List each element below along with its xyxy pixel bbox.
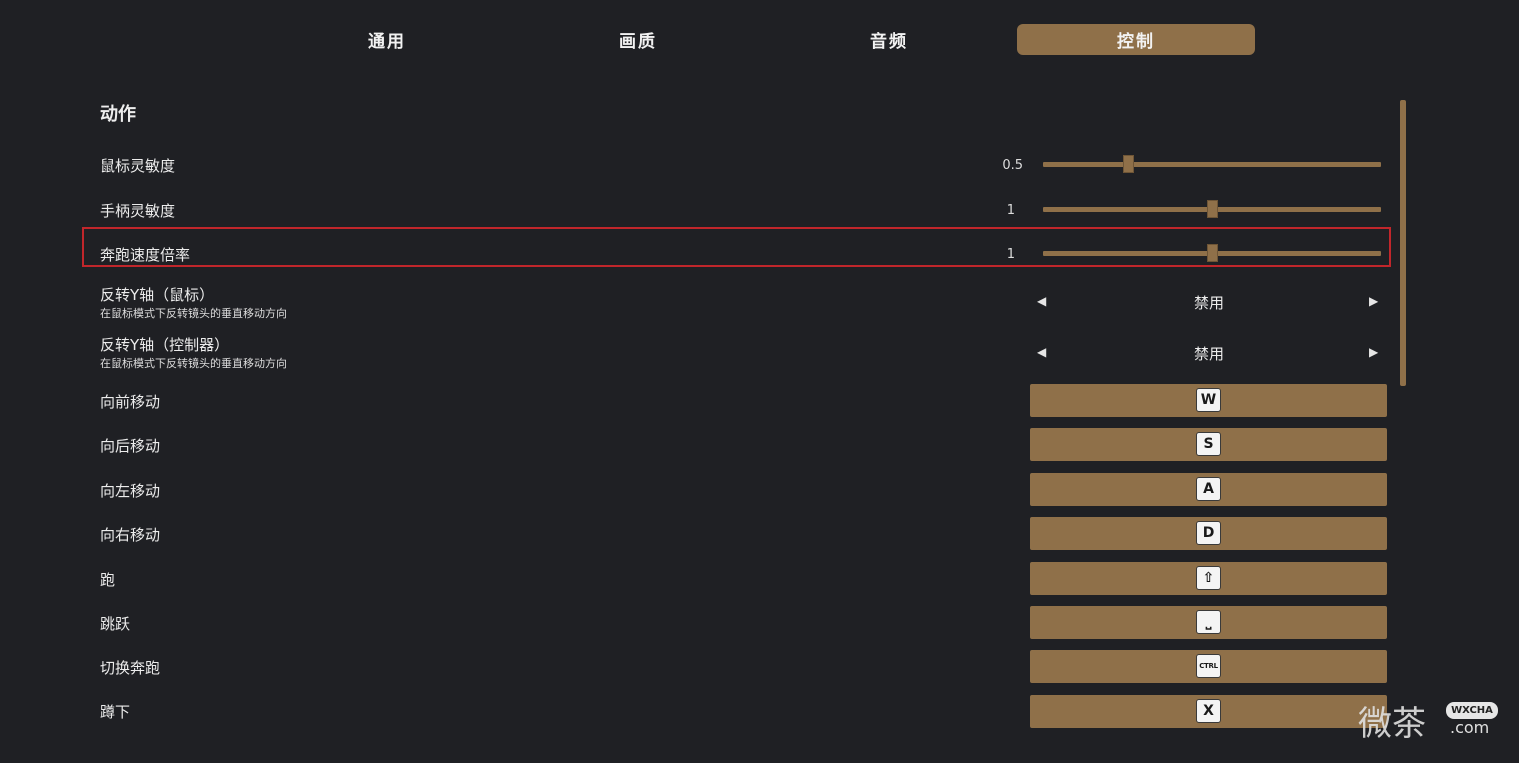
slider-label-gamepad-sensitivity: 手柄灵敏度 <box>100 202 176 220</box>
tab-controls[interactable]: 控制 <box>1017 24 1255 55</box>
watermark-tag: WXCHA <box>1446 702 1498 719</box>
keycap-w: W <box>1196 388 1221 412</box>
keybind-label-right: 向右移动 <box>100 526 161 544</box>
tab-general[interactable]: 通用 <box>268 24 506 55</box>
watermark-chinese: 微茶 <box>1358 704 1426 744</box>
keycap-a: A <box>1196 477 1221 501</box>
keycap-ctrl: CTRL <box>1196 654 1221 678</box>
tab-graphics[interactable]: 画质 <box>519 24 757 55</box>
settings-tab-bar: 通用 画质 音频 控制 <box>0 0 1519 80</box>
keybind-label-run: 跑 <box>100 571 116 589</box>
shift-key-icon: ⇧ <box>1196 566 1221 590</box>
tab-audio[interactable]: 音频 <box>770 24 1008 55</box>
watermark-domain: .com <box>1450 718 1490 737</box>
keycap-d: D <box>1196 521 1221 545</box>
arrow-left-icon[interactable]: ◀ <box>1037 294 1046 308</box>
section-title: 动作 <box>100 104 136 125</box>
keybind-button-forward[interactable]: W <box>1030 384 1387 417</box>
slider-thumb[interactable] <box>1207 244 1218 262</box>
slider-value-sprint-speed-multiplier: 1 <box>1006 247 1015 262</box>
keybind-label-toggle-sprint: 切换奔跑 <box>100 659 161 677</box>
keybind-label-jump: 跳跃 <box>100 615 131 633</box>
option-label-invert-y-mouse: 反转Y轴（鼠标） <box>100 286 215 304</box>
gamepad-sensitivity-slider[interactable] <box>1043 200 1381 218</box>
watermark: 微茶 WXCHA .com <box>1358 694 1508 744</box>
arrow-right-icon[interactable]: ▶ <box>1369 345 1378 359</box>
sprint-speed-multiplier-slider[interactable] <box>1043 244 1381 262</box>
keybind-label-left: 向左移动 <box>100 482 161 500</box>
keybind-label-crouch: 蹲下 <box>100 703 131 721</box>
option-value-invert-y-mouse: 禁用 <box>1193 294 1224 312</box>
keycap-x: X <box>1196 699 1221 723</box>
slider-value-gamepad-sensitivity: 1 <box>1006 203 1015 218</box>
arrow-right-icon[interactable]: ▶ <box>1369 294 1378 308</box>
keybind-label-backward: 向后移动 <box>100 437 161 455</box>
keybind-button-left[interactable]: A <box>1030 473 1387 506</box>
keybind-label-forward: 向前移动 <box>100 393 161 411</box>
option-label-invert-y-controller: 反转Y轴（控制器） <box>100 336 230 354</box>
slider-thumb[interactable] <box>1207 200 1218 218</box>
keybind-button-toggle-sprint[interactable]: CTRL <box>1030 650 1387 683</box>
slider-thumb[interactable] <box>1122 155 1134 173</box>
option-description-invert-y-mouse: 在鼠标模式下反转镜头的垂直移动方向 <box>100 307 287 320</box>
slider-value-mouse-sensitivity: 0.5 <box>1002 158 1023 173</box>
keybind-button-crouch[interactable]: X <box>1030 695 1387 728</box>
keybind-button-right[interactable]: D <box>1030 517 1387 550</box>
arrow-left-icon[interactable]: ◀ <box>1037 345 1046 359</box>
keycap-s: S <box>1196 432 1221 456</box>
slider-label-sprint-speed-multiplier: 奔跑速度倍率 <box>100 246 191 264</box>
option-description-invert-y-controller: 在鼠标模式下反转镜头的垂直移动方向 <box>100 357 287 370</box>
keybind-button-run[interactable]: ⇧ <box>1030 562 1387 595</box>
scrollbar[interactable] <box>1400 100 1406 386</box>
highlight-box <box>82 227 1391 267</box>
mouse-sensitivity-slider[interactable] <box>1043 155 1381 173</box>
option-value-invert-y-controller: 禁用 <box>1193 345 1224 363</box>
keybind-button-backward[interactable]: S <box>1030 428 1387 461</box>
slider-label-mouse-sensitivity: 鼠标灵敏度 <box>100 157 176 175</box>
keybind-button-jump[interactable]: ⎵ <box>1030 606 1387 639</box>
space-key-icon: ⎵ <box>1196 610 1221 634</box>
